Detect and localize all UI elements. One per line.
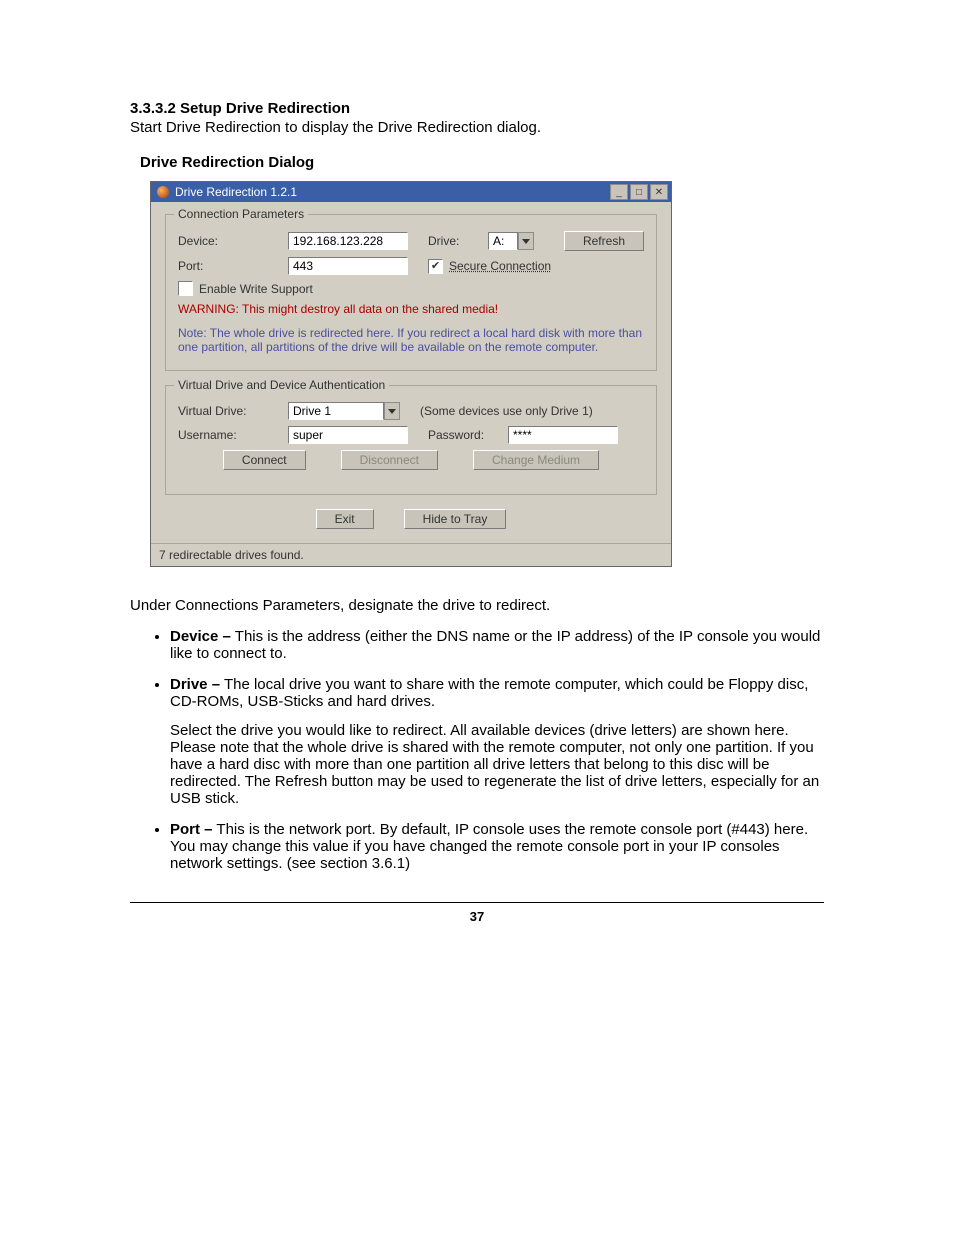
port-label: Port:: [178, 259, 288, 273]
secure-connection-checkbox[interactable]: ✔ Secure Connection: [428, 259, 551, 274]
close-icon[interactable]: ✕: [650, 184, 668, 200]
drive-label: Drive:: [428, 234, 488, 248]
change-medium-button[interactable]: Change Medium: [473, 450, 599, 470]
definition-list: Device – This is the address (either the…: [130, 628, 824, 872]
virtual-drive-label: Virtual Drive:: [178, 404, 288, 418]
page-number: 37: [130, 902, 824, 924]
term-drive: Drive –: [170, 676, 220, 693]
virtual-drive-auth-group: Virtual Drive and Device Authentication …: [165, 385, 657, 495]
drive-text-2: Select the drive you would like to redir…: [170, 722, 824, 807]
maximize-icon[interactable]: □: [630, 184, 648, 200]
window-title: Drive Redirection 1.2.1: [175, 185, 610, 199]
term-port: Port –: [170, 821, 213, 838]
drive-select[interactable]: [488, 232, 534, 250]
virtual-drive-hint: (Some devices use only Drive 1): [420, 404, 593, 418]
minimize-icon[interactable]: _: [610, 184, 628, 200]
disconnect-button[interactable]: Disconnect: [341, 450, 438, 470]
group-title: Connection Parameters: [174, 207, 308, 221]
list-item: Device – This is the address (either the…: [170, 628, 824, 662]
device-input[interactable]: [288, 232, 408, 250]
warning-text: WARNING: This might destroy all data on …: [178, 302, 644, 316]
list-item: Port – This is the network port. By defa…: [170, 821, 824, 872]
term-device: Device –: [170, 628, 231, 645]
section-heading: 3.3.3.2 Setup Drive Redirection: [130, 100, 824, 117]
note-text: Note: The whole drive is redirected here…: [178, 326, 644, 354]
status-bar: 7 redirectable drives found.: [151, 543, 671, 566]
list-item: Drive – The local drive you want to shar…: [170, 676, 824, 807]
intro-line: Start Drive Redirection to display the D…: [130, 119, 824, 136]
hide-to-tray-button[interactable]: Hide to Tray: [404, 509, 507, 529]
body-paragraph: Under Connections Parameters, designate …: [130, 597, 824, 614]
dialog-caption: Drive Redirection Dialog: [140, 154, 824, 171]
virtual-drive-value[interactable]: [288, 402, 384, 420]
drive-text-1: The local drive you want to share with t…: [170, 676, 808, 710]
secure-connection-label: Secure Connection: [449, 259, 551, 273]
enable-write-checkbox[interactable]: Enable Write Support: [178, 281, 313, 296]
device-text: This is the address (either the DNS name…: [170, 628, 820, 662]
exit-button[interactable]: Exit: [316, 509, 374, 529]
virtual-drive-select[interactable]: [288, 402, 400, 420]
checkbox-empty-icon: [178, 281, 193, 296]
connect-button[interactable]: Connect: [223, 450, 306, 470]
device-label: Device:: [178, 234, 288, 248]
group-title: Virtual Drive and Device Authentication: [174, 378, 389, 392]
drive-value[interactable]: [488, 232, 518, 250]
app-icon: [157, 186, 169, 198]
checkbox-checked-icon: ✔: [428, 259, 443, 274]
chevron-down-icon[interactable]: [384, 402, 400, 420]
username-label: Username:: [178, 428, 288, 442]
enable-write-label: Enable Write Support: [199, 282, 313, 296]
refresh-button[interactable]: Refresh: [564, 231, 644, 251]
port-input[interactable]: [288, 257, 408, 275]
password-label: Password:: [428, 428, 508, 442]
username-input[interactable]: [288, 426, 408, 444]
password-input[interactable]: [508, 426, 618, 444]
drive-redirection-window: Drive Redirection 1.2.1 _ □ ✕ Connection…: [150, 181, 672, 567]
chevron-down-icon[interactable]: [518, 232, 534, 250]
titlebar: Drive Redirection 1.2.1 _ □ ✕: [151, 182, 671, 202]
port-text: This is the network port. By default, IP…: [170, 821, 808, 872]
connection-parameters-group: Connection Parameters Device: Drive: Ref…: [165, 214, 657, 371]
